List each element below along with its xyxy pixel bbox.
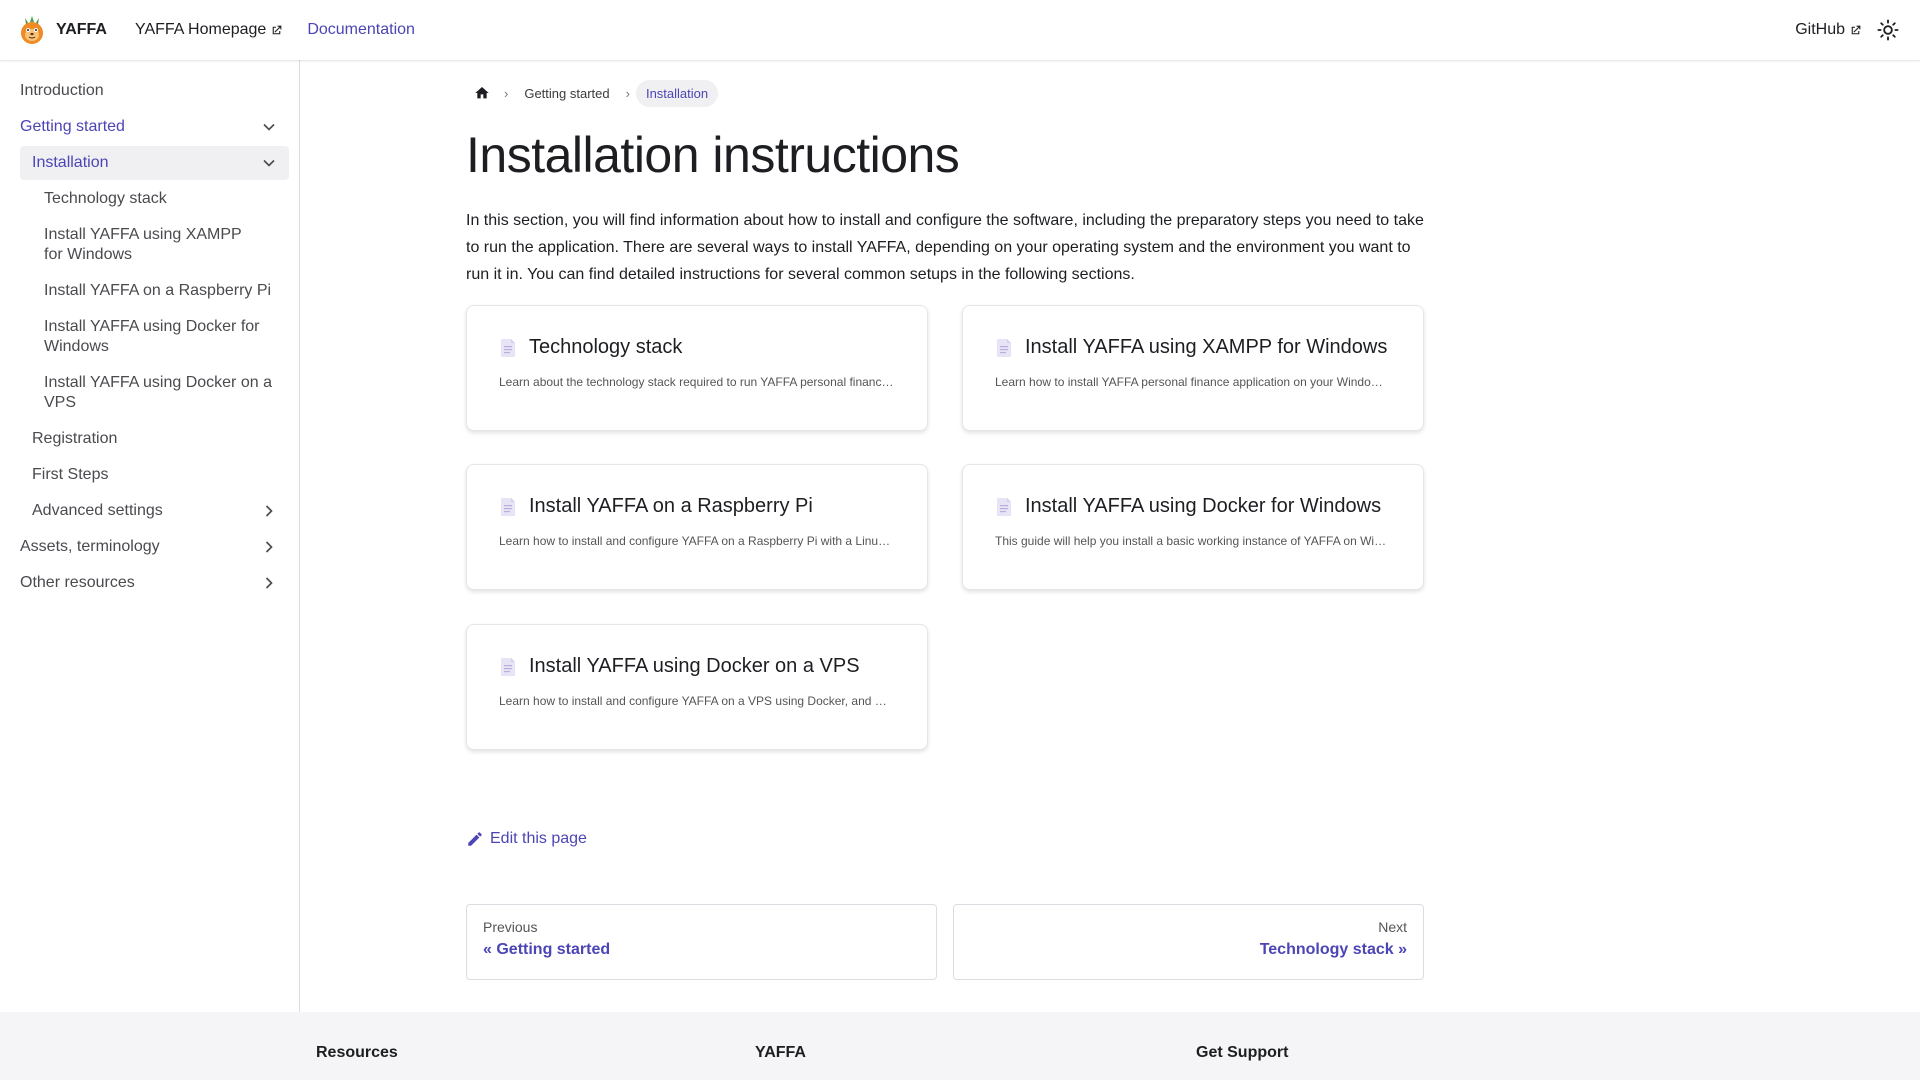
nav-link-homepage[interactable]: YAFFA Homepage [135,21,283,39]
sidebar-item-label: Getting started [20,118,125,135]
nav-link-documentation-label: Documentation [307,21,415,38]
chevron-right-icon[interactable] [259,573,279,593]
sidebar-item-technology-stack[interactable]: Technology stack [34,182,289,216]
sidebar-item-label: Assets, terminology [20,538,160,555]
edit-page-link[interactable]: Edit this page [466,830,587,848]
pagination-previous-sublabel: Previous [483,919,538,935]
footer-column-title: Get Support [1196,1044,1289,1061]
doc-card-raspberry-pi[interactable]: Install YAFFA on a Raspberry Pi Learn ho… [466,464,928,590]
doc-card-title-text: Install YAFFA using Docker for Windows [1025,495,1382,517]
sidebar-item-label: Install YAFFA on a Raspberry Pi [44,282,272,299]
pencil-icon [468,832,482,846]
sidebar-item-assets-terminology[interactable]: Assets, terminology [10,530,289,564]
sun-icon [1877,19,1899,41]
footer: Resources YAFFA Get Support [0,1012,1920,1080]
breadcrumb: › Getting started › Installation [466,77,1424,109]
nav-link-documentation[interactable]: Documentation [307,21,415,39]
breadcrumb-getting-started[interactable]: Getting started [514,80,619,107]
sidebar-item-label: Advanced settings [32,502,163,519]
chevron-right-icon[interactable] [259,537,279,557]
navbar: YAFFA YAFFA Homepage Documentation GitHu… [0,0,1920,60]
nav-link-github-label: GitHub [1795,21,1845,38]
doc-card-description: This guide will help you install a basic… [995,534,1391,548]
document-icon [501,657,515,676]
document-icon [997,497,1011,516]
footer-column-title: YAFFA [755,1044,806,1061]
theme-toggle-button[interactable] [1872,14,1904,46]
doc-card-title-text: Install YAFFA using XAMPP for Windows [1025,336,1388,358]
document-icon [501,497,515,516]
brand-link[interactable]: YAFFA [16,14,107,46]
breadcrumb-separator: › [625,85,630,101]
edit-page-label: Edit this page [490,830,587,847]
doc-content: › Getting started › Installation Install… [466,60,1424,755]
doc-card-xampp[interactable]: Install YAFFA using XAMPP for Windows Le… [962,305,1424,431]
doc-card-title: Install YAFFA using XAMPP for Windows [995,336,1391,359]
page-intro: In this section, you will find informati… [466,212,1424,283]
doc-card-technology-stack[interactable]: Technology stack Learn about the technol… [466,305,928,431]
pagination-next[interactable]: Next Technology stack » [953,904,1424,980]
nav-link-homepage-label: YAFFA Homepage [134,21,267,38]
brand-title: YAFFA [56,21,107,38]
sidebar-item-first-steps[interactable]: First Steps [20,458,289,492]
document-icon [997,338,1011,357]
doc-card-title-text: Technology stack [529,336,683,358]
sidebar-item-label: Install YAFFA using Docker for Windows [44,318,260,355]
sidebar-item-label: Install YAFFA using Docker on a VPS [44,374,272,411]
sidebar-item-raspberry-pi[interactable]: Install YAFFA on a Raspberry Pi [34,274,289,308]
sidebar-item-advanced-settings[interactable]: Advanced settings [20,494,289,528]
sidebar-item-label: Registration [32,430,118,447]
sidebar: Introduction Getting started Installatio… [0,60,300,1012]
doc-card-description: Learn how to install and configure YAFFA… [499,694,895,708]
sidebar-item-other-resources[interactable]: Other resources [10,566,289,600]
sidebar-item-installation[interactable]: Installation [20,146,289,180]
sidebar-item-getting-started[interactable]: Getting started [10,110,289,144]
chevron-down-icon[interactable] [259,153,279,173]
sidebar-item-xampp[interactable]: Install YAFFA using XAMPP for Windows [34,218,289,272]
doc-card-title-text: Install YAFFA on a Raspberry Pi [529,495,813,517]
doc-card-description: Learn about the technology stack require… [499,375,895,389]
doc-card-title: Install YAFFA using Docker for Windows [995,495,1391,518]
navbar-right: GitHub [1795,14,1904,46]
sidebar-item-docker-windows[interactable]: Install YAFFA using Docker for Windows [34,310,289,364]
doc-card-title: Install YAFFA on a Raspberry Pi [499,495,895,518]
sidebar-item-docker-vps[interactable]: Install YAFFA using Docker on a VPS [34,366,289,420]
breadcrumb-separator: › [504,85,509,101]
doc-pagination: Previous « Getting started Next Technolo… [466,904,1424,980]
sidebar-item-introduction[interactable]: Introduction [10,74,289,108]
doc-card-description: Learn how to install and configure YAFFA… [499,534,895,548]
sidebar-item-label: Technology stack [44,190,167,207]
main-content: › Getting started › Installation Install… [301,60,1920,1012]
external-link-icon [1851,25,1861,34]
sidebar-item-label: First Steps [32,466,109,483]
external-link-icon [273,25,282,34]
footer-column-title: Resources [316,1044,398,1061]
sidebar-item-label: Installation [32,154,109,171]
sidebar-item-label: Introduction [20,82,104,99]
doc-card-docker-windows[interactable]: Install YAFFA using Docker for Windows T… [962,464,1424,590]
pagination-previous[interactable]: Previous « Getting started [466,904,937,980]
sidebar-item-label: Other resources [20,574,135,591]
doc-card-docker-vps[interactable]: Install YAFFA using Docker on a VPS Lear… [466,624,928,750]
chevron-down-icon[interactable] [259,117,279,137]
home-icon [475,87,489,99]
pagination-previous-label: « Getting started [483,941,611,958]
nav-link-github[interactable]: GitHub [1795,21,1862,39]
yaffa-logo-icon [21,16,43,44]
sidebar-item-registration[interactable]: Registration [20,422,289,456]
pagination-next-sublabel: Next [1378,919,1407,935]
doc-card-title: Install YAFFA using Docker on a VPS [499,655,895,678]
page-title: Installation instructions [466,127,960,183]
doc-card-grid: Technology stack Learn about the technol… [466,305,1424,755]
chevron-right-icon[interactable] [259,501,279,521]
sidebar-item-label: Install YAFFA using XAMPP for Windows [44,226,242,263]
pagination-next-label: Technology stack » [1259,941,1407,958]
breadcrumb-installation: Installation [635,79,719,107]
doc-card-title: Technology stack [499,336,895,359]
doc-card-title-text: Install YAFFA using Docker on a VPS [529,655,860,677]
document-icon [501,338,515,357]
breadcrumb-home[interactable] [466,77,498,109]
doc-card-description: Learn how to install YAFFA personal fina… [995,375,1391,389]
